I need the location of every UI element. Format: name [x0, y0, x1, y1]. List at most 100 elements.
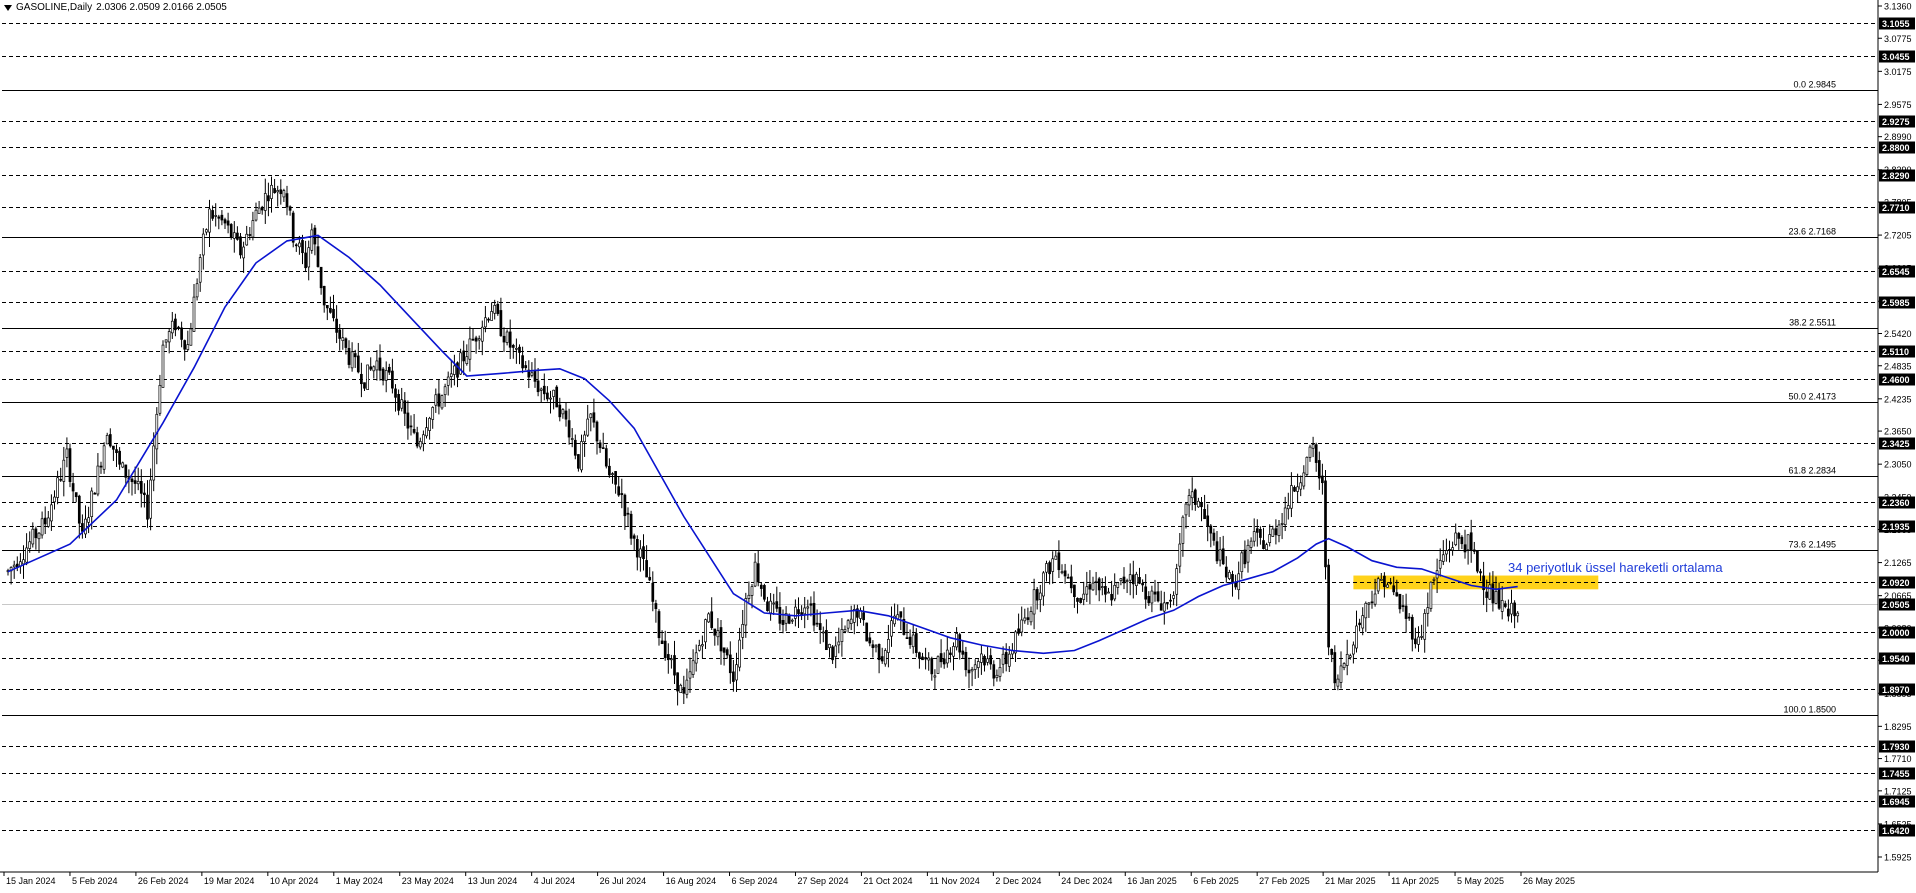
candle-body — [1023, 617, 1027, 622]
candle-body — [1376, 578, 1380, 592]
candle — [440, 394, 444, 410]
candle-body — [1345, 654, 1349, 666]
candle-body — [400, 399, 404, 409]
candle-body — [673, 655, 676, 676]
candle-body — [1181, 516, 1185, 544]
candle-body — [552, 389, 555, 397]
candle-body — [1370, 601, 1374, 604]
candle-body — [186, 344, 190, 350]
candle-body — [639, 548, 642, 558]
candle-body — [707, 613, 710, 623]
candle-body — [1243, 549, 1247, 565]
candle-body — [260, 206, 264, 211]
candle-body — [387, 366, 391, 373]
candle-body — [666, 654, 670, 661]
candle-body — [1032, 589, 1036, 615]
candle-body — [1215, 541, 1219, 562]
time-tick-label: 6 Sep 2024 — [732, 876, 778, 886]
level-label: 3.0455 — [1882, 52, 1910, 62]
candle-body — [1150, 590, 1154, 604]
candle-body — [118, 450, 121, 465]
candle-body — [648, 576, 652, 581]
candle-body — [759, 584, 763, 589]
candle-body — [236, 232, 239, 240]
candle-body — [564, 410, 568, 420]
candle-body — [34, 528, 38, 539]
candle — [763, 583, 766, 602]
candle-body — [728, 654, 732, 674]
candle-body — [905, 637, 909, 639]
candle-body — [642, 546, 645, 560]
axis-tick-label: 2.9575 — [1884, 100, 1912, 110]
candle-body — [22, 559, 25, 565]
candle-body — [403, 400, 407, 414]
candle-body — [301, 240, 304, 254]
candle-body — [161, 344, 165, 388]
candle-body — [1454, 532, 1458, 546]
level-label: 1.6420 — [1882, 826, 1910, 836]
axis-tick-label: 2.3650 — [1884, 427, 1912, 437]
candle-body — [1314, 444, 1318, 463]
candle-body — [598, 442, 602, 449]
candle-body — [1268, 534, 1272, 543]
candle-body — [1057, 552, 1061, 571]
collapse-triangle-icon[interactable] — [4, 4, 12, 11]
candle-body — [1169, 599, 1172, 602]
candle-body — [1017, 628, 1020, 634]
candle-body — [124, 464, 128, 478]
candle-body — [1122, 576, 1126, 584]
candle-body — [970, 669, 974, 672]
candle-body — [533, 370, 537, 382]
candle-body — [933, 675, 937, 678]
candle-body — [626, 512, 630, 515]
candle-body — [635, 539, 639, 558]
candle-body — [412, 428, 416, 433]
candle-body — [1407, 616, 1411, 619]
candle-body — [704, 619, 707, 643]
candle-body — [174, 318, 177, 331]
candle-body — [1231, 574, 1234, 584]
candle-body — [645, 560, 648, 578]
candle-body — [1404, 605, 1408, 619]
candle-body — [976, 661, 980, 668]
axis-tick-label: 3.0775 — [1884, 34, 1912, 44]
candle-body — [375, 360, 379, 371]
candle-body — [908, 636, 912, 645]
candle-body — [1228, 572, 1231, 580]
level-label: 2.6545 — [1882, 267, 1910, 277]
candle-body — [1206, 515, 1210, 527]
time-tick-label: 15 Jan 2024 — [6, 876, 56, 886]
candle-body — [325, 305, 329, 309]
candle-body — [428, 417, 431, 431]
candle-body — [1494, 591, 1498, 604]
candle-body — [335, 318, 338, 333]
candle-body — [322, 285, 326, 306]
candle-body — [180, 327, 183, 340]
candle-body — [332, 308, 335, 319]
candle-body — [511, 344, 515, 348]
candle-body — [1317, 460, 1321, 479]
candle-body — [1110, 593, 1113, 601]
candle-body — [1221, 548, 1225, 565]
candle-body — [945, 649, 949, 664]
candle-body — [763, 585, 766, 600]
candle — [102, 442, 106, 474]
candle — [291, 210, 295, 248]
candle-body — [998, 667, 1002, 677]
candle-body — [1386, 584, 1389, 588]
candle-body — [499, 310, 503, 337]
candle-body — [192, 296, 196, 332]
candle-body — [1153, 591, 1157, 595]
candle-body — [1038, 592, 1042, 600]
candle-body — [167, 331, 171, 343]
candle-body — [40, 518, 44, 536]
candle-body — [50, 504, 53, 522]
level-label: 2.0000 — [1882, 628, 1910, 638]
level-label: 1.7930 — [1882, 742, 1910, 752]
candle-body — [713, 628, 717, 636]
candle-body — [670, 658, 673, 661]
candle-body — [257, 207, 261, 214]
candle-body — [1280, 522, 1284, 525]
candle-body — [146, 494, 149, 520]
time-tick-label: 19 Mar 2024 — [204, 876, 255, 886]
